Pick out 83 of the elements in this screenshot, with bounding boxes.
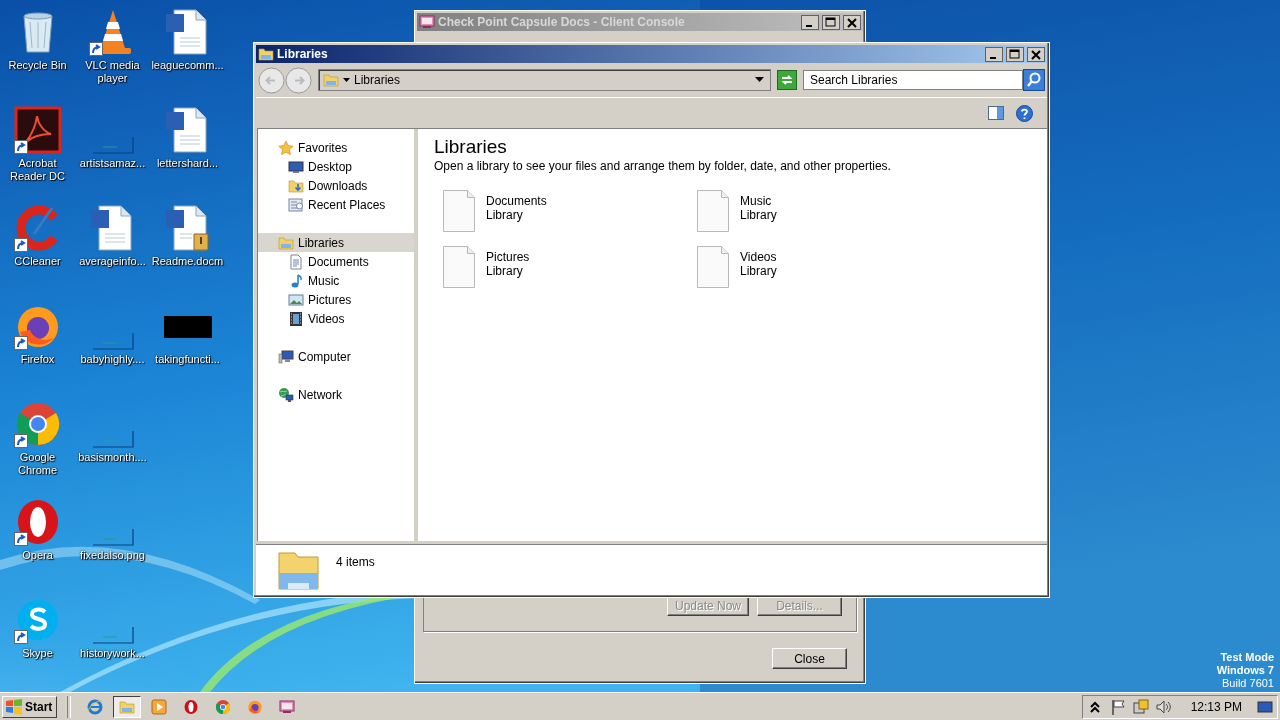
maximize-button[interactable] [1006,46,1024,62]
film-icon [288,310,304,327]
speaker-icon[interactable] [1155,698,1172,715]
nav-item[interactable]: Documents [258,252,414,271]
address-bar[interactable]: Libraries [318,69,771,91]
monitor-icon [419,14,435,30]
acrobat-icon [13,106,62,154]
dropdown-arrow-icon[interactable] [755,77,764,83]
download-folder-icon [288,177,304,194]
library-type: Library [486,208,524,222]
os-notice-text: Build 7601 [1222,677,1274,690]
description-text: Open a library to see your files and arrange them by folder, date, and other properties. [434,159,892,173]
desktop-icon-label[interactable]: Readme.docm [150,255,225,268]
desktop-icon-label[interactable]: lettershard... [150,157,225,170]
item-count: 4 items [336,554,375,571]
maximize-button[interactable] [822,14,840,30]
preview-pane-button[interactable] [988,105,1004,121]
library-name[interactable]: Documents [486,194,547,208]
dialog-button[interactable]: Close [772,648,847,669]
page-heading: Libraries [434,136,508,158]
internet-explorer-icon [87,698,104,715]
minimize-button[interactable] [801,14,819,30]
os-notice-text: Windows 7 [1216,664,1274,677]
chrome-icon [215,698,232,715]
desktop-icon-label[interactable]: averageinfo... [75,255,150,268]
clock: 12:13 PM [1190,699,1242,714]
taskbar-button[interactable] [113,695,142,718]
library-name[interactable]: Videos [740,250,777,264]
show-desktop-icon[interactable] [1257,698,1273,715]
search-field[interactable]: Search Libraries [803,70,1023,90]
library-folder-icon [323,72,339,88]
desktop-icon-label[interactable]: Google Chrome [0,451,75,477]
document-icon [288,253,304,270]
close-button[interactable] [1027,46,1045,62]
window-title: Libraries [277,47,329,61]
media-player-icon [151,698,168,715]
start-button[interactable]: Start [2,695,58,718]
star-icon [278,139,294,156]
library-name[interactable]: Pictures [486,250,530,264]
window-title: Check Point Capsule Docs - Client Console [438,15,686,29]
folder-icon [119,698,136,715]
library-type: Library [740,208,777,222]
nav-item[interactable]: Desktop [258,157,414,176]
desktop-icon-label[interactable]: takingfuncti... [150,353,225,366]
nav-item[interactable]: Computer [258,347,414,366]
nav-item[interactable]: Favorites [258,138,414,157]
desktop-icon-label[interactable]: Recycle Bin [0,59,75,72]
nav-item[interactable]: Downloads [258,176,414,195]
library-type: Library [486,264,524,278]
nav-item[interactable]: Libraries [258,233,414,252]
nav-item[interactable]: Network [258,385,414,404]
desktop-icon-label[interactable]: leaguecomm... [150,59,225,72]
flag-icon[interactable] [1109,698,1126,715]
desktop-icon-label[interactable]: CCleaner [0,255,75,268]
nav-item[interactable]: Pictures [258,290,414,309]
caret-icon [343,77,350,83]
search-button[interactable] [1023,69,1045,91]
close-button[interactable] [843,14,861,30]
recent-places-icon [288,196,304,213]
word-document-icon [163,204,212,252]
windows-logo-icon [5,698,23,715]
library-name[interactable]: Music [740,194,777,208]
nav-item[interactable]: Music [258,271,414,290]
firefox-icon [247,698,264,715]
library-folder-icon [258,46,274,62]
nav-item[interactable]: Videos [258,309,414,328]
refresh-button[interactable] [777,70,797,90]
library-type: Library [740,264,777,278]
picture-icon [288,291,304,308]
desktop-icon-label[interactable]: Acrobat Reader DC [0,157,75,183]
desktop-icon-label[interactable]: artistsamaz... [75,157,150,170]
library-folder-icon [278,234,294,251]
desktop-icon-label[interactable]: babyhighly.... [75,353,150,366]
help-icon[interactable] [1016,104,1033,122]
os-notice-text: Test Mode [1220,651,1274,664]
monitor-icon [279,698,296,715]
desktop-icon-label[interactable]: VLC media player [75,59,150,85]
computer-icon [278,348,294,365]
nav-item[interactable]: Recent Places [258,195,414,214]
opera-icon [183,698,200,715]
monitor-icon [288,158,304,175]
desktop-icon-label[interactable]: Firefox [0,353,75,366]
minimize-button[interactable] [985,46,1003,62]
